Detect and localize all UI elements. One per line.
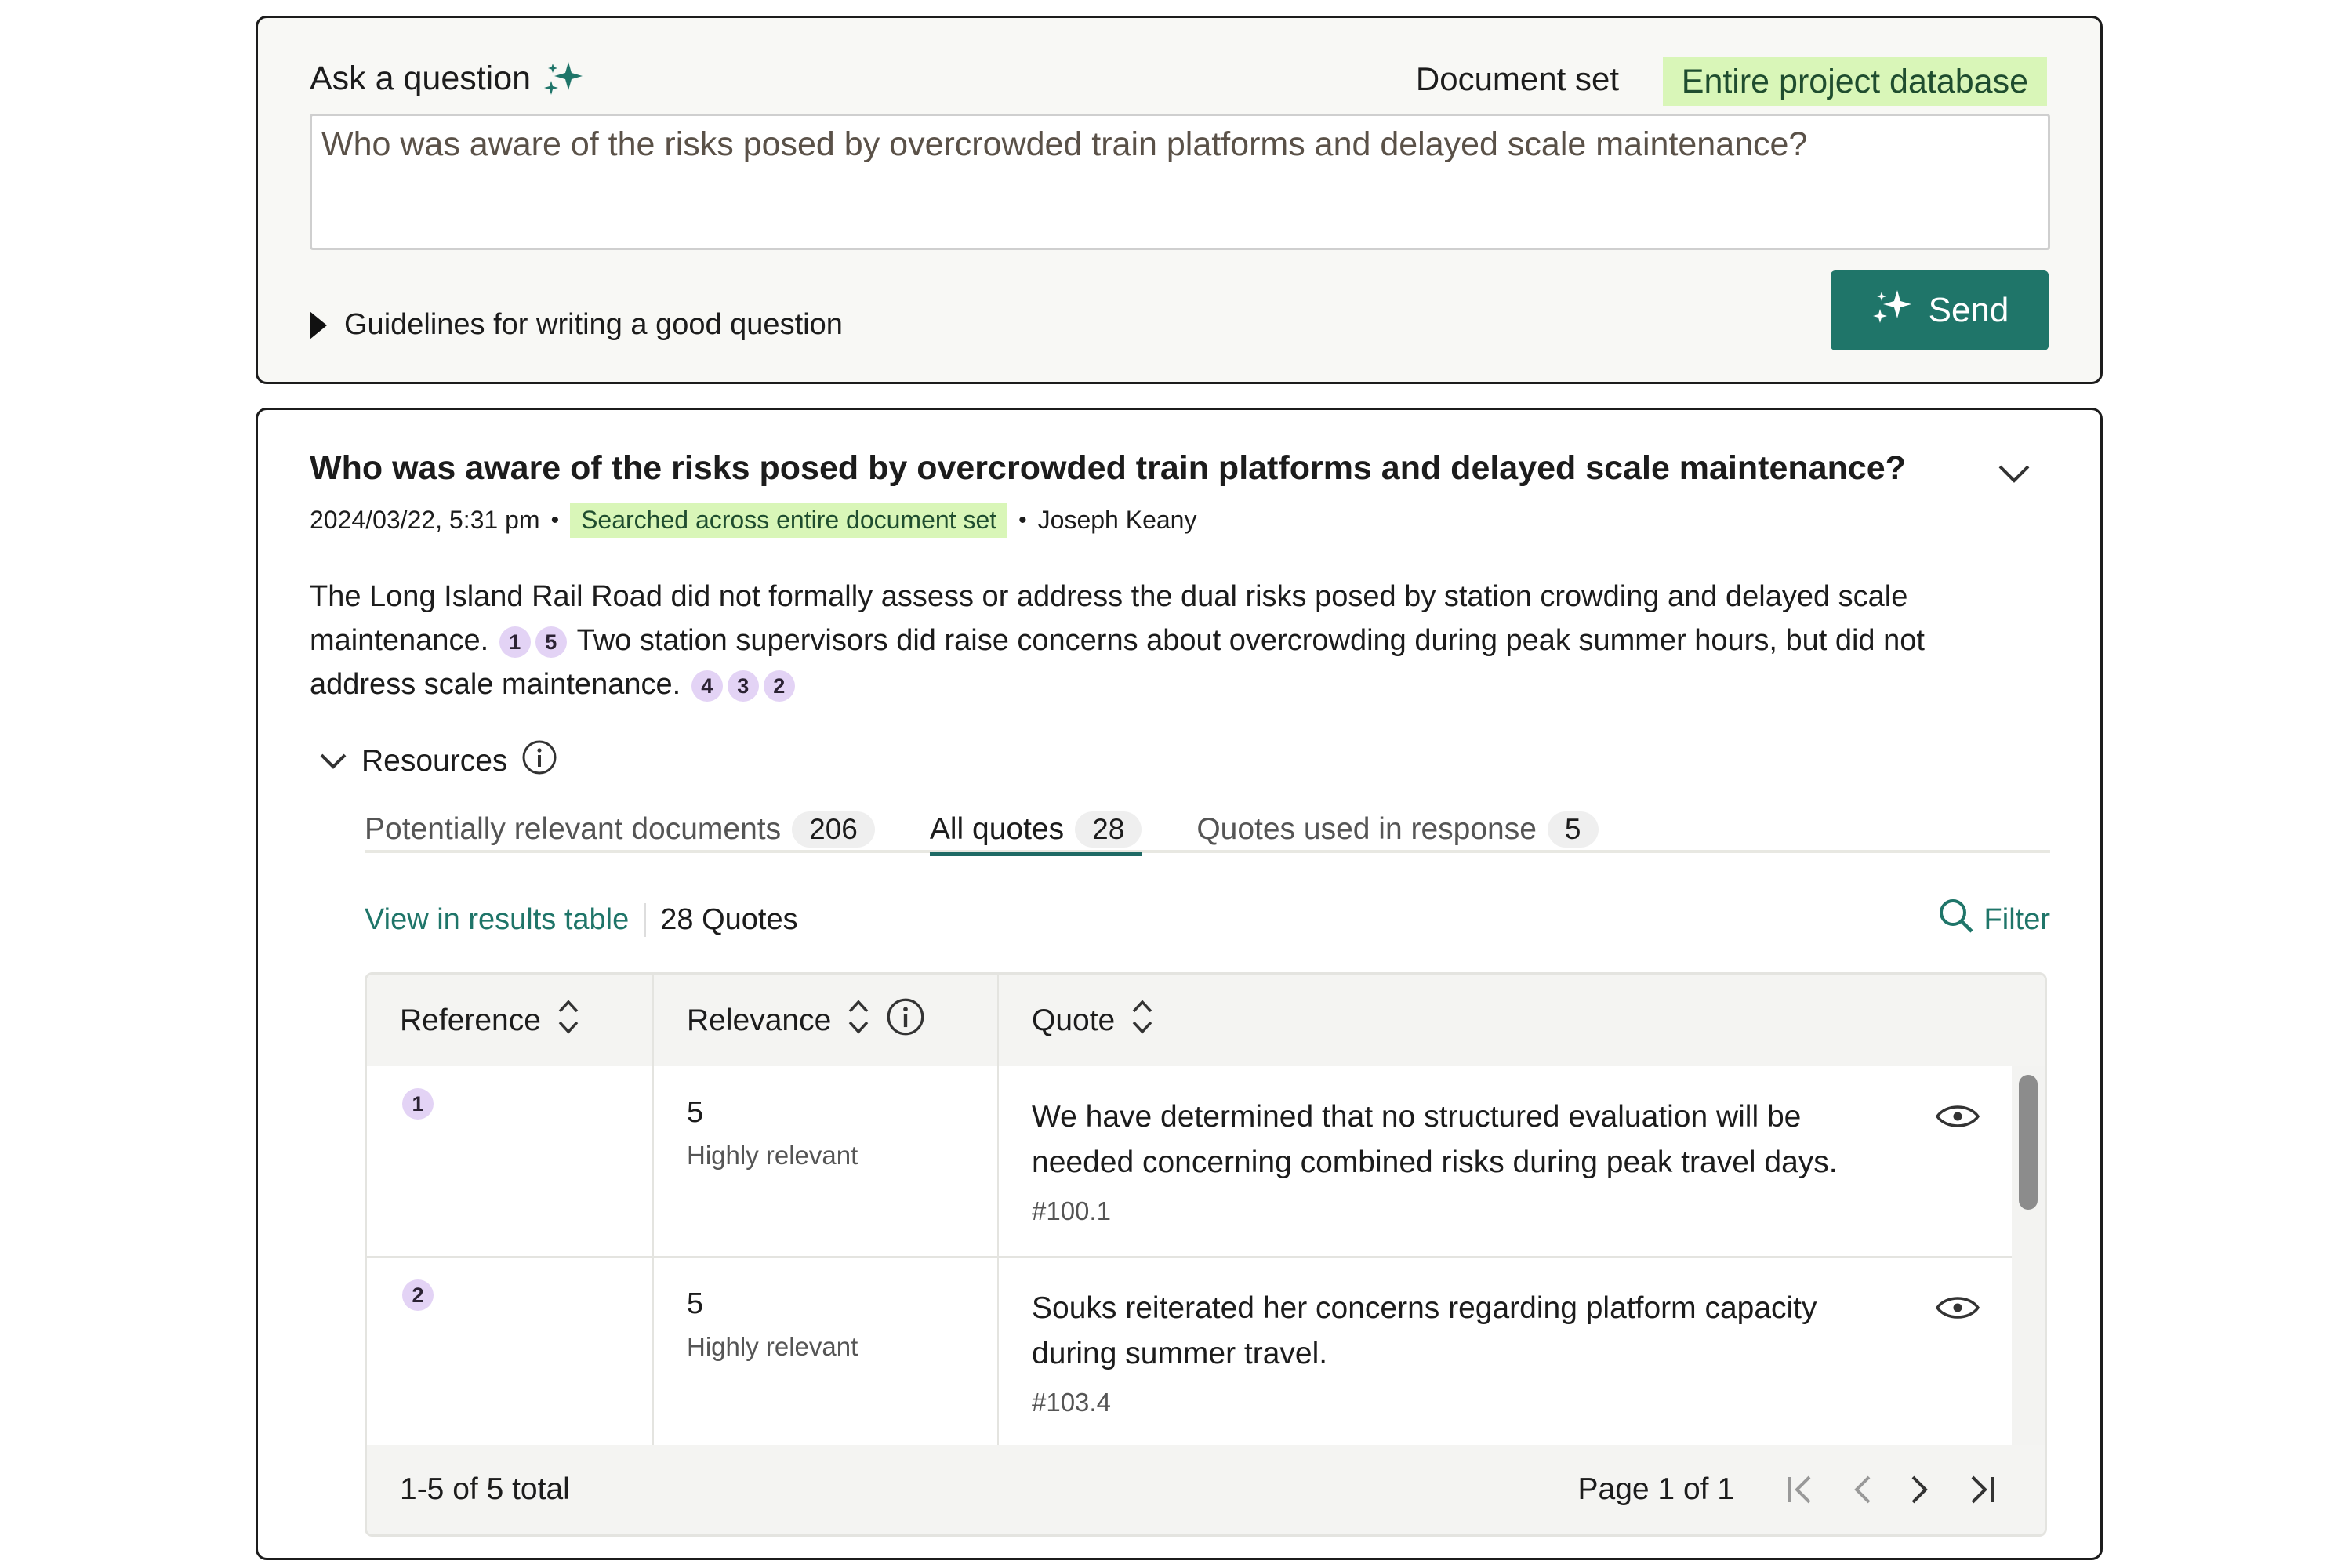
tab-count: 206 xyxy=(792,811,875,848)
response-question: Who was aware of the risks posed by over… xyxy=(310,449,1906,487)
tab-label: All quotes xyxy=(929,812,1065,846)
filter-button[interactable]: Filter xyxy=(1937,897,2050,942)
first-page-icon[interactable] xyxy=(1784,1472,1816,1507)
column-title: Quote xyxy=(1032,1003,1116,1037)
guidelines-toggle[interactable]: Guidelines for writing a good question xyxy=(310,308,843,342)
quote-source[interactable]: #100.1 xyxy=(1032,1196,2016,1226)
sort-icon[interactable] xyxy=(557,997,580,1044)
column-header-relevance[interactable]: Relevance xyxy=(654,975,999,1066)
response-meta: 2024/03/22, 5:31 pm • Searched across en… xyxy=(310,503,1196,538)
scope-badge: Searched across entire document set xyxy=(570,503,1008,538)
table-header: Reference Relevance Quote xyxy=(367,975,2045,1066)
sparkle-icon xyxy=(1871,287,1915,335)
sort-icon[interactable] xyxy=(1131,997,1154,1044)
sparkle-icon xyxy=(542,59,586,98)
citation-badge[interactable]: 3 xyxy=(727,670,759,702)
view-in-results-table-link[interactable]: View in results table xyxy=(365,902,647,937)
reference-cell: 1 xyxy=(367,1066,654,1256)
eye-icon[interactable] xyxy=(1935,1101,1980,1136)
tab-quotes-used-in-response[interactable]: Quotes used in response 5 xyxy=(1196,806,1599,853)
citation-badge: 1 xyxy=(402,1088,434,1120)
tab-all-quotes[interactable]: All quotes 28 xyxy=(929,806,1142,856)
resources-toggle[interactable]: Resources xyxy=(319,739,557,783)
info-icon[interactable] xyxy=(521,739,557,783)
citation-badge[interactable]: 5 xyxy=(535,626,567,658)
quotes-toolbar: View in results table 28 Quotes Filter xyxy=(365,896,2050,943)
tab-count: 5 xyxy=(1547,811,1599,848)
quotes-count: 28 Quotes xyxy=(660,902,798,936)
send-label: Send xyxy=(1928,291,2009,329)
chevron-down-icon xyxy=(319,744,347,779)
document-set-label: Document set xyxy=(1415,60,1619,97)
column-header-quote[interactable]: Quote xyxy=(999,975,2045,1066)
question-input[interactable] xyxy=(310,114,2050,250)
table-footer: 1-5 of 5 total Page 1 of 1 xyxy=(367,1445,2045,1534)
tab-count: 28 xyxy=(1075,811,1142,848)
quotes-table: Reference Relevance Quote 1 5 Highly rel… xyxy=(365,972,2047,1537)
column-title: Relevance xyxy=(687,1003,832,1037)
sort-icon[interactable] xyxy=(847,997,870,1044)
separator-dot: • xyxy=(1018,506,1027,533)
response-date: 2024/03/22, 5:31 pm xyxy=(310,506,540,534)
citation-badge[interactable]: 2 xyxy=(763,670,795,702)
previous-page-icon[interactable] xyxy=(1850,1472,1874,1507)
relevance-score: 5 xyxy=(687,1096,704,1129)
reference-cell: 2 xyxy=(367,1258,654,1447)
quote-cell: We have determined that no structured ev… xyxy=(999,1066,2016,1256)
send-button[interactable]: Send xyxy=(1831,270,2049,350)
ask-panel: Ask a question Document set Entire proje… xyxy=(256,16,2103,384)
quote-source[interactable]: #103.4 xyxy=(1032,1388,2016,1417)
quote-text: We have determined that no structured ev… xyxy=(1032,1100,1838,1179)
column-title: Reference xyxy=(400,1003,541,1037)
scrollbar-thumb[interactable] xyxy=(2019,1075,2038,1210)
tab-potentially-relevant-documents[interactable]: Potentially relevant documents 206 xyxy=(365,806,875,853)
table-row[interactable]: 2 5 Highly relevant Souks reiterated her… xyxy=(367,1258,2016,1449)
citation-badge[interactable]: 4 xyxy=(691,670,723,702)
quote-cell: Souks reiterated her concerns regarding … xyxy=(999,1258,2016,1447)
pagination: Page 1 of 1 xyxy=(1578,1472,2045,1507)
eye-icon[interactable] xyxy=(1935,1292,1980,1327)
guidelines-label: Guidelines for writing a good question xyxy=(344,308,843,341)
resources-label: Resources xyxy=(361,744,508,778)
search-icon xyxy=(1937,897,1975,942)
column-header-reference[interactable]: Reference xyxy=(367,975,654,1066)
table-row[interactable]: 1 5 Highly relevant We have determined t… xyxy=(367,1066,2016,1258)
tab-label: Quotes used in response xyxy=(1196,812,1537,846)
collapse-chevron-icon[interactable] xyxy=(1997,463,2031,489)
total-count: 1-5 of 5 total xyxy=(400,1472,570,1506)
ask-title: Ask a question xyxy=(310,59,586,98)
citation-badge[interactable]: 1 xyxy=(499,626,531,658)
relevance-label: Highly relevant xyxy=(687,1141,858,1170)
response-author: Joseph Keany xyxy=(1037,506,1197,534)
relevance-score: 5 xyxy=(687,1287,704,1320)
response-panel: Who was aware of the risks posed by over… xyxy=(256,408,2103,1560)
next-page-icon[interactable] xyxy=(1908,1472,1932,1507)
last-page-icon[interactable] xyxy=(1966,1472,1998,1507)
relevance-cell: 5 Highly relevant xyxy=(654,1258,999,1447)
relevance-cell: 5 Highly relevant xyxy=(654,1066,999,1256)
answer-text: The Long Island Rail Road did not formal… xyxy=(310,575,1995,706)
filter-label: Filter xyxy=(1984,902,2050,936)
page-indicator: Page 1 of 1 xyxy=(1577,1472,1735,1506)
table-body: 1 5 Highly relevant We have determined t… xyxy=(367,1066,2016,1450)
document-set-selector[interactable]: Entire project database xyxy=(1662,57,2047,106)
relevance-label: Highly relevant xyxy=(687,1332,858,1361)
tab-label: Potentially relevant documents xyxy=(365,812,782,846)
separator-dot: • xyxy=(550,506,560,533)
resources-tabs: Potentially relevant documents 206 All q… xyxy=(365,806,2050,856)
info-icon[interactable] xyxy=(886,997,925,1044)
disclosure-triangle-icon xyxy=(310,310,327,339)
citation-badge: 2 xyxy=(402,1279,434,1311)
quote-text: Souks reiterated her concerns regarding … xyxy=(1032,1291,1817,1370)
ask-title-label: Ask a question xyxy=(310,59,532,97)
